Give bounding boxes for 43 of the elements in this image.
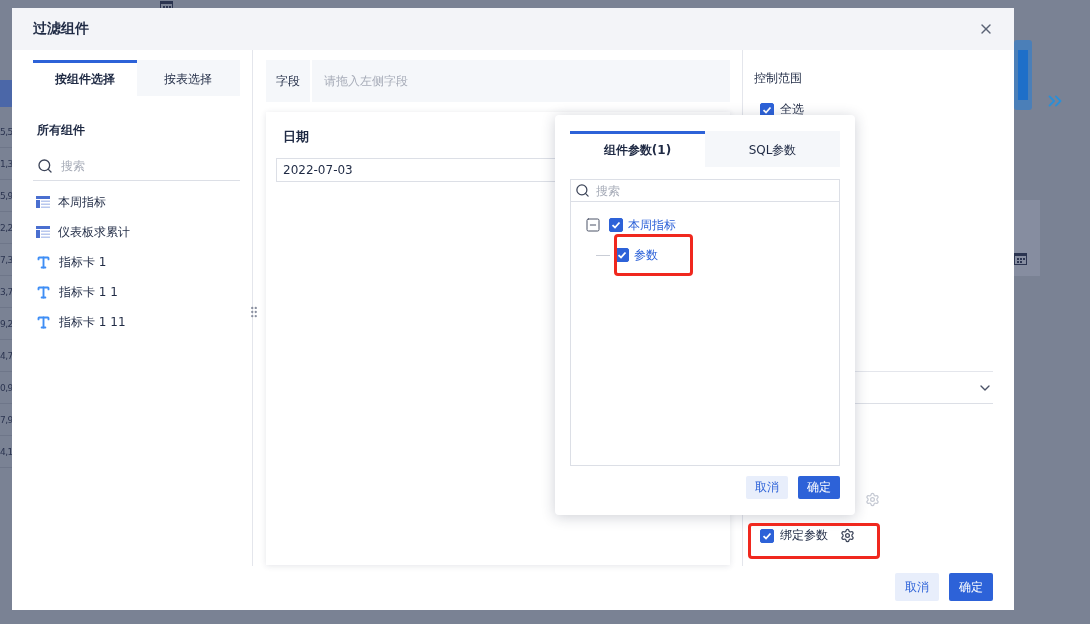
check-icon bbox=[617, 250, 627, 260]
tree-item[interactable]: 本周指标 bbox=[628, 216, 676, 234]
checkbox-label[interactable]: 全选 bbox=[780, 101, 804, 118]
confirm-button[interactable]: 确定 bbox=[798, 476, 840, 499]
search-field[interactable]: 搜索 bbox=[570, 179, 840, 202]
check-icon bbox=[611, 220, 621, 230]
tree-item[interactable]: 参数 bbox=[634, 246, 658, 264]
checkbox[interactable] bbox=[760, 102, 774, 117]
checkbox[interactable] bbox=[609, 218, 623, 232]
search-input[interactable]: 搜索 bbox=[596, 180, 839, 201]
table-icon bbox=[36, 226, 50, 238]
card-title: 日期 bbox=[283, 128, 310, 146]
cancel-button[interactable]: 取消 bbox=[895, 573, 939, 601]
component-item[interactable]: 本周指标 bbox=[33, 187, 240, 217]
section-heading: 所有组件 bbox=[37, 122, 86, 139]
tab[interactable]: SQL参数 bbox=[705, 131, 840, 167]
dialog-title: 过滤组件 bbox=[33, 20, 89, 38]
selected-row bbox=[0, 80, 12, 107]
confirm-button[interactable]: 确定 bbox=[949, 573, 993, 601]
checkbox[interactable] bbox=[760, 528, 774, 543]
cancel-button[interactable]: 取消 bbox=[746, 476, 788, 499]
text-icon bbox=[36, 314, 51, 330]
component-item[interactable]: 指标卡 1 11 bbox=[33, 307, 240, 337]
calendar-icon bbox=[1014, 252, 1027, 265]
component-item[interactable]: 指标卡 1 bbox=[33, 247, 240, 277]
tab[interactable]: 按表选择 bbox=[136, 60, 240, 96]
settings-icon[interactable] bbox=[840, 528, 855, 543]
component-item[interactable]: 指标卡 1 1 bbox=[33, 277, 240, 307]
field-bar[interactable]: 字段 请拖入左侧字段 bbox=[266, 60, 730, 102]
field-label: 字段 bbox=[266, 60, 312, 102]
component-item[interactable]: 仪表板求累计 bbox=[33, 217, 240, 247]
text-icon bbox=[36, 254, 51, 270]
check-icon bbox=[762, 530, 772, 541]
table-icon bbox=[36, 196, 50, 208]
search-icon bbox=[37, 157, 53, 174]
checkbox-label[interactable]: 绑定参数 bbox=[780, 527, 828, 544]
search-field[interactable]: 搜索 bbox=[61, 151, 240, 180]
search-icon bbox=[575, 183, 590, 198]
drop-hint: 请拖入左侧字段 bbox=[323, 72, 408, 90]
collapse-icon[interactable] bbox=[585, 217, 601, 233]
section-heading: 控制范围 bbox=[754, 70, 803, 87]
text-icon bbox=[36, 284, 51, 300]
check-icon bbox=[762, 104, 772, 115]
